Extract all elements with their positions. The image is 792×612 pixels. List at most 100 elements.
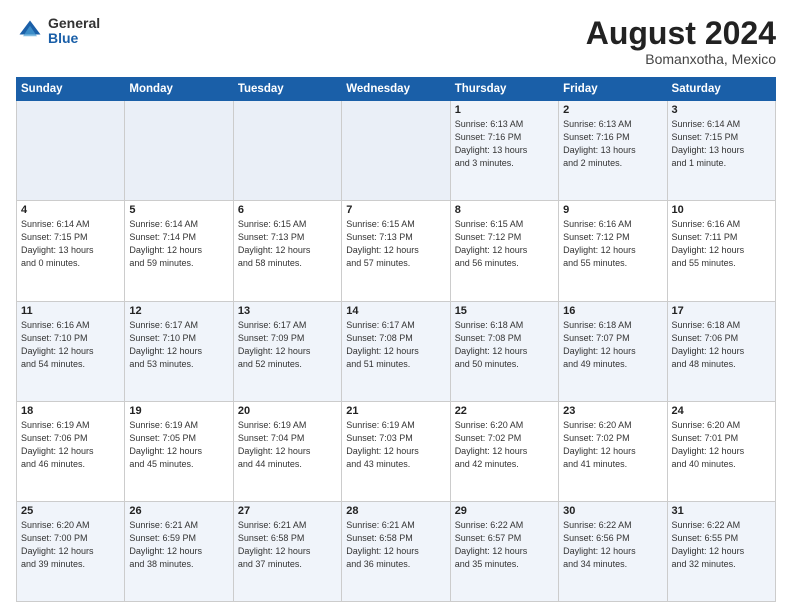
col-thursday: Thursday (450, 78, 558, 101)
day-info: Sunrise: 6:19 AM Sunset: 7:05 PM Dayligh… (129, 419, 228, 471)
table-row: 30 Sunrise: 6:22 AM Sunset: 6:56 PM Dayli… (559, 501, 667, 601)
day-info: Sunrise: 6:17 AM Sunset: 7:10 PM Dayligh… (129, 319, 228, 371)
day-info: Sunrise: 6:20 AM Sunset: 7:01 PM Dayligh… (672, 419, 771, 471)
day-number: 9 (563, 204, 662, 216)
subtitle: Bomanxotha, Mexico (586, 51, 776, 67)
day-info: Sunrise: 6:18 AM Sunset: 7:06 PM Dayligh… (672, 319, 771, 371)
logo: General Blue (16, 16, 100, 47)
day-info: Sunrise: 6:18 AM Sunset: 7:07 PM Dayligh… (563, 319, 662, 371)
calendar-header: Sunday Monday Tuesday Wednesday Thursday… (17, 78, 776, 101)
page: General Blue August 2024 Bomanxotha, Mex… (0, 0, 792, 612)
day-number: 26 (129, 505, 228, 517)
table-row (125, 101, 233, 201)
calendar-row: 11 Sunrise: 6:16 AM Sunset: 7:10 PM Dayli… (17, 301, 776, 401)
day-info: Sunrise: 6:14 AM Sunset: 7:14 PM Dayligh… (129, 218, 228, 270)
table-row: 23Sunrise: 6:20 AM Sunset: 7:02 PM Dayli… (559, 401, 667, 501)
table-row: 6 Sunrise: 6:15 AM Sunset: 7:13 PM Daylig… (233, 201, 341, 301)
logo-blue-text: Blue (48, 31, 100, 46)
day-number: 21 (346, 405, 445, 417)
table-row: 16Sunrise: 6:18 AM Sunset: 7:07 PM Dayli… (559, 301, 667, 401)
day-info: Sunrise: 6:13 AM Sunset: 7:16 PM Dayligh… (563, 118, 662, 170)
day-info: Sunrise: 6:17 AM Sunset: 7:09 PM Dayligh… (238, 319, 337, 371)
day-number: 14 (346, 305, 445, 317)
table-row: 20 Sunrise: 6:19 AM Sunset: 7:04 PM Dayli… (233, 401, 341, 501)
table-row: 5 Sunrise: 6:14 AM Sunset: 7:14 PM Daylig… (125, 201, 233, 301)
logo-text: General Blue (48, 16, 100, 47)
col-friday: Friday (559, 78, 667, 101)
day-info: Sunrise: 6:21 AM Sunset: 6:58 PM Dayligh… (238, 519, 337, 571)
day-info: Sunrise: 6:13 AM Sunset: 7:16 PM Dayligh… (455, 118, 554, 170)
day-number: 8 (455, 204, 554, 216)
day-number: 5 (129, 204, 228, 216)
col-tuesday: Tuesday (233, 78, 341, 101)
table-row: 12 Sunrise: 6:17 AM Sunset: 7:10 PM Dayli… (125, 301, 233, 401)
table-row: 17 Sunrise: 6:18 AM Sunset: 7:06 PM Dayli… (667, 301, 775, 401)
day-number: 29 (455, 505, 554, 517)
table-row: 3Sunrise: 6:14 AM Sunset: 7:15 PM Daylig… (667, 101, 775, 201)
table-row: 19 Sunrise: 6:19 AM Sunset: 7:05 PM Dayli… (125, 401, 233, 501)
table-row: 24Sunrise: 6:20 AM Sunset: 7:01 PM Dayli… (667, 401, 775, 501)
day-number: 10 (672, 204, 771, 216)
day-number: 22 (455, 405, 554, 417)
col-monday: Monday (125, 78, 233, 101)
calendar-row: 4 Sunrise: 6:14 AM Sunset: 7:15 PM Daylig… (17, 201, 776, 301)
calendar-row: 18Sunrise: 6:19 AM Sunset: 7:06 PM Dayli… (17, 401, 776, 501)
day-info: Sunrise: 6:14 AM Sunset: 7:15 PM Dayligh… (21, 218, 120, 270)
table-row: 25 Sunrise: 6:20 AM Sunset: 7:00 PM Dayli… (17, 501, 125, 601)
day-number: 20 (238, 405, 337, 417)
table-row: 9 Sunrise: 6:16 AM Sunset: 7:12 PM Daylig… (559, 201, 667, 301)
day-number: 15 (455, 305, 554, 317)
day-number: 17 (672, 305, 771, 317)
table-row: 2Sunrise: 6:13 AM Sunset: 7:16 PM Daylig… (559, 101, 667, 201)
col-wednesday: Wednesday (342, 78, 450, 101)
day-info: Sunrise: 6:15 AM Sunset: 7:13 PM Dayligh… (238, 218, 337, 270)
calendar-body: 1Sunrise: 6:13 AM Sunset: 7:16 PM Daylig… (17, 101, 776, 602)
table-row: 15 Sunrise: 6:18 AM Sunset: 7:08 PM Dayli… (450, 301, 558, 401)
table-row: 13Sunrise: 6:17 AM Sunset: 7:09 PM Dayli… (233, 301, 341, 401)
day-number: 30 (563, 505, 662, 517)
day-number: 6 (238, 204, 337, 216)
table-row: 18Sunrise: 6:19 AM Sunset: 7:06 PM Dayli… (17, 401, 125, 501)
day-number: 12 (129, 305, 228, 317)
day-info: Sunrise: 6:15 AM Sunset: 7:13 PM Dayligh… (346, 218, 445, 270)
day-number: 25 (21, 505, 120, 517)
day-number: 27 (238, 505, 337, 517)
table-row: 26Sunrise: 6:21 AM Sunset: 6:59 PM Dayli… (125, 501, 233, 601)
day-info: Sunrise: 6:16 AM Sunset: 7:10 PM Dayligh… (21, 319, 120, 371)
table-row: 11 Sunrise: 6:16 AM Sunset: 7:10 PM Dayli… (17, 301, 125, 401)
table-row: 22Sunrise: 6:20 AM Sunset: 7:02 PM Dayli… (450, 401, 558, 501)
day-number: 19 (129, 405, 228, 417)
day-info: Sunrise: 6:22 AM Sunset: 6:55 PM Dayligh… (672, 519, 771, 571)
day-number: 31 (672, 505, 771, 517)
header-row: Sunday Monday Tuesday Wednesday Thursday… (17, 78, 776, 101)
day-info: Sunrise: 6:14 AM Sunset: 7:15 PM Dayligh… (672, 118, 771, 170)
table-row: 1Sunrise: 6:13 AM Sunset: 7:16 PM Daylig… (450, 101, 558, 201)
logo-icon (16, 17, 44, 45)
col-sunday: Sunday (17, 78, 125, 101)
day-info: Sunrise: 6:19 AM Sunset: 7:04 PM Dayligh… (238, 419, 337, 471)
day-info: Sunrise: 6:22 AM Sunset: 6:56 PM Dayligh… (563, 519, 662, 571)
table-row: 7Sunrise: 6:15 AM Sunset: 7:13 PM Daylig… (342, 201, 450, 301)
table-row: 27 Sunrise: 6:21 AM Sunset: 6:58 PM Dayli… (233, 501, 341, 601)
day-info: Sunrise: 6:19 AM Sunset: 7:03 PM Dayligh… (346, 419, 445, 471)
table-row: 14 Sunrise: 6:17 AM Sunset: 7:08 PM Dayli… (342, 301, 450, 401)
day-info: Sunrise: 6:17 AM Sunset: 7:08 PM Dayligh… (346, 319, 445, 371)
day-number: 4 (21, 204, 120, 216)
table-row (17, 101, 125, 201)
header: General Blue August 2024 Bomanxotha, Mex… (16, 16, 776, 67)
table-row: 21 Sunrise: 6:19 AM Sunset: 7:03 PM Dayli… (342, 401, 450, 501)
day-number: 11 (21, 305, 120, 317)
title-block: August 2024 Bomanxotha, Mexico (586, 16, 776, 67)
table-row: 31 Sunrise: 6:22 AM Sunset: 6:55 PM Dayli… (667, 501, 775, 601)
calendar-row: 25 Sunrise: 6:20 AM Sunset: 7:00 PM Dayli… (17, 501, 776, 601)
day-number: 28 (346, 505, 445, 517)
day-info: Sunrise: 6:20 AM Sunset: 7:00 PM Dayligh… (21, 519, 120, 571)
col-saturday: Saturday (667, 78, 775, 101)
day-info: Sunrise: 6:16 AM Sunset: 7:11 PM Dayligh… (672, 218, 771, 270)
table-row: 4 Sunrise: 6:14 AM Sunset: 7:15 PM Daylig… (17, 201, 125, 301)
day-info: Sunrise: 6:21 AM Sunset: 6:58 PM Dayligh… (346, 519, 445, 571)
table-row: 28 Sunrise: 6:21 AM Sunset: 6:58 PM Dayli… (342, 501, 450, 601)
day-info: Sunrise: 6:16 AM Sunset: 7:12 PM Dayligh… (563, 218, 662, 270)
day-info: Sunrise: 6:18 AM Sunset: 7:08 PM Dayligh… (455, 319, 554, 371)
day-info: Sunrise: 6:15 AM Sunset: 7:12 PM Dayligh… (455, 218, 554, 270)
